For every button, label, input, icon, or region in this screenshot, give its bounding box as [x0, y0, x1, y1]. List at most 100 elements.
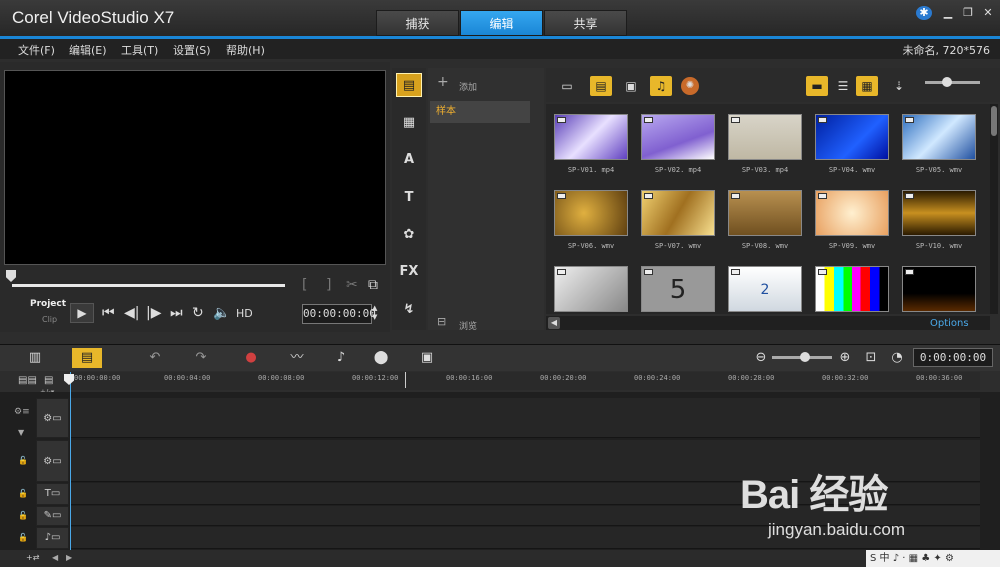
film-reel-icon[interactable]: ✺: [681, 77, 699, 95]
overlay-track-header[interactable]: ⚙▭: [36, 440, 69, 482]
ime-tray[interactable]: S 中 ♪ · ▦ ♣ ✦ ⚙: [866, 550, 1000, 567]
media-thumb[interactable]: [554, 190, 628, 236]
media-thumb[interactable]: [902, 114, 976, 160]
folder-item-sample[interactable]: 样本: [430, 101, 530, 123]
video-track-header[interactable]: ⚙▭: [36, 398, 69, 438]
clock-icon[interactable]: ◔: [882, 348, 912, 368]
repeat-icon[interactable]: ↻: [192, 305, 204, 321]
show-audio-icon[interactable]: ♫: [650, 76, 672, 96]
media-thumb[interactable]: [641, 114, 715, 160]
prev-frame-icon[interactable]: ◀|: [124, 305, 139, 321]
media-thumb[interactable]: [815, 114, 889, 160]
chapter-icon[interactable]: ▤: [44, 375, 53, 386]
player-timecode[interactable]: 00:00:00:00: [302, 304, 376, 324]
media-thumb[interactable]: [728, 114, 802, 160]
title-track-header[interactable]: T▭: [36, 483, 69, 505]
show-photo-icon[interactable]: ▣: [620, 76, 642, 96]
lock-icon[interactable]: 🔓: [18, 533, 28, 542]
expand-icon[interactable]: ▼: [18, 428, 24, 437]
filter-icon[interactable]: FX: [396, 260, 422, 284]
track-manager-icon[interactable]: ▤▤: [18, 375, 37, 386]
scroll-right-icon[interactable]: ▶: [66, 553, 72, 562]
minimize-button[interactable]: ▁: [940, 6, 956, 20]
media-thumb[interactable]: [554, 266, 628, 312]
end-icon[interactable]: ⏭: [170, 305, 183, 321]
subtitle-editor-icon[interactable]: ▣: [412, 348, 442, 368]
hd-toggle[interactable]: HD: [236, 307, 253, 320]
auto-music-icon[interactable]: ♪: [326, 348, 356, 368]
instant-project-icon[interactable]: ▦: [396, 111, 422, 135]
timecode-spinner[interactable]: ▲ ▼: [372, 304, 380, 324]
tab-capture[interactable]: 捕获: [376, 10, 459, 36]
mark-out-icon[interactable]: ]: [326, 277, 331, 293]
tab-edit[interactable]: 编辑: [460, 10, 543, 36]
list-view-icon[interactable]: ▬: [806, 76, 828, 96]
media-thumb[interactable]: [902, 266, 976, 312]
next-frame-icon[interactable]: |▶: [146, 305, 161, 321]
graphic-icon[interactable]: ✿: [396, 223, 422, 247]
timeline-ruler[interactable]: 00:00:00:00 00:00:04:00 00:00:08:00 00:0…: [70, 372, 980, 390]
volume-icon[interactable]: 🔈: [213, 305, 230, 321]
music-track-header[interactable]: ♪▭: [36, 527, 69, 549]
storyboard-view-icon[interactable]: ▥: [20, 348, 50, 368]
add-track-icon[interactable]: +⇄: [26, 553, 39, 562]
voice-track-header[interactable]: ✎▭: [36, 506, 69, 526]
media-thumb[interactable]: [815, 266, 889, 312]
menu-settings[interactable]: 设置(S): [173, 42, 211, 58]
menu-file[interactable]: 文件(F): [18, 42, 55, 58]
mode-project[interactable]: Project: [30, 299, 66, 309]
browse-button[interactable]: 浏览: [459, 319, 477, 332]
track-settings-icon[interactable]: ⚙≡: [14, 407, 30, 417]
restore-button[interactable]: ❐: [960, 6, 976, 20]
enlarge-icon[interactable]: ⧉: [368, 277, 378, 293]
sort-icon[interactable]: ⇣: [888, 76, 910, 96]
add-icon[interactable]: +: [437, 74, 449, 90]
media-thumb[interactable]: [815, 190, 889, 236]
scrub-bar[interactable]: [12, 284, 285, 287]
video-track[interactable]: [70, 398, 980, 438]
home-icon[interactable]: ⏮: [102, 305, 115, 321]
play-button[interactable]: ▶: [70, 303, 94, 323]
close-button[interactable]: ✕: [980, 6, 996, 20]
title-icon[interactable]: T: [396, 186, 422, 210]
menu-edit[interactable]: 编辑(E): [69, 42, 107, 58]
tab-share[interactable]: 共享: [544, 10, 627, 36]
folder-icon[interactable]: ▭: [556, 76, 578, 96]
lock-icon[interactable]: 🔓: [18, 456, 28, 465]
thumb-zoom-track[interactable]: [925, 81, 980, 84]
thumb-zoom-knob[interactable]: [942, 77, 952, 87]
library-hscroll[interactable]: [546, 316, 990, 330]
timeline-timecode[interactable]: 0:00:00:00: [913, 348, 993, 367]
mark-in-icon[interactable]: [: [302, 277, 307, 293]
redo-icon[interactable]: ↷: [186, 348, 216, 368]
lock-icon[interactable]: 🔓: [18, 489, 28, 498]
media-thumb[interactable]: [641, 190, 715, 236]
media-thumb[interactable]: 5: [641, 266, 715, 312]
timeline-view-icon[interactable]: ▤: [72, 348, 102, 368]
mode-clip[interactable]: Clip: [42, 315, 57, 324]
options-button[interactable]: Options: [930, 318, 998, 331]
motion-tracking-icon[interactable]: ⬤: [366, 348, 396, 368]
scissors-icon[interactable]: ✂: [346, 277, 358, 293]
lock-icon[interactable]: 🔓: [18, 511, 28, 520]
transition-icon[interactable]: A: [396, 148, 422, 172]
media-thumb[interactable]: [728, 190, 802, 236]
scroll-left-icon[interactable]: ◀: [52, 553, 58, 562]
timeline-zoom-knob[interactable]: [800, 352, 810, 362]
undo-icon[interactable]: ↶: [140, 348, 170, 368]
browse-icon[interactable]: ⊟: [437, 315, 446, 328]
media-thumb[interactable]: [902, 190, 976, 236]
sound-mixer-icon[interactable]: 〰: [282, 348, 312, 368]
media-scrollbar-thumb[interactable]: [991, 106, 997, 136]
collapse-library-icon[interactable]: ◀: [548, 317, 560, 329]
path-icon[interactable]: ↯: [396, 298, 422, 322]
add-folder-button[interactable]: 添加: [459, 80, 477, 93]
thumbnail-view-icon[interactable]: ▦: [856, 76, 878, 96]
globe-icon[interactable]: ✱: [916, 6, 932, 20]
details-view-icon[interactable]: ☰: [832, 76, 854, 96]
menu-help[interactable]: 帮助(H): [226, 42, 265, 58]
media-thumb[interactable]: 2: [728, 266, 802, 312]
record-capture-icon[interactable]: ●: [236, 348, 266, 368]
media-icon[interactable]: ▤: [396, 73, 422, 97]
media-thumb[interactable]: [554, 114, 628, 160]
